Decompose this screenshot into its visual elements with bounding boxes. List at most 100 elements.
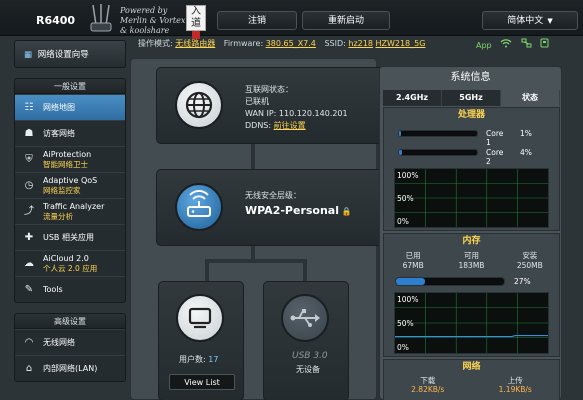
wireless-router-icon: [175, 183, 223, 231]
security-label: 无线安全层级：: [245, 191, 301, 200]
tab-2-4ghz[interactable]: 2.4GHz: [383, 90, 442, 106]
advanced-menu: ◠ 无线网络 ⌂ 内部网络(LAN): [14, 329, 126, 382]
wireless-info: 无线安全层级： WPA2-Personal 🔒: [245, 190, 352, 218]
memory-stats: 已用 67MB 可用 183MB 安装 250MB: [384, 250, 559, 270]
router-model: R6400: [36, 14, 76, 27]
cpu-title: 处理器: [457, 110, 485, 120]
firmware-link[interactable]: 380.65_X7.4: [266, 39, 316, 48]
sidebar-item-label: Adaptive QoS: [43, 175, 98, 185]
status-line: 操作模式: 无线路由器 Firmware: 380.65_X7.4 SSID: …: [138, 38, 425, 52]
connector-line: [303, 259, 307, 283]
upload-label: 上传: [507, 376, 523, 385]
cpu-graph: 100% 50% 0%: [394, 168, 549, 228]
seal-text: 入道: [191, 6, 201, 29]
sidebar-item-label: 内部网络(LAN): [43, 363, 98, 373]
sidebar-item-lan[interactable]: ⌂ 内部网络(LAN): [15, 355, 125, 381]
general-menu: ☷ 网络地图 ☗ 访客网络 ⛨ AiProtection 智能网络卫士 ◷ Ad…: [14, 94, 126, 303]
view-list-button[interactable]: View List: [169, 374, 235, 390]
sidebar-item-aiprotection[interactable]: ⛨ AiProtection 智能网络卫士: [15, 146, 125, 172]
usb-node[interactable]: USB 3.0 无设备: [263, 281, 349, 400]
chevron-down-icon: ▼: [547, 17, 553, 25]
mode-link[interactable]: 无线路由器: [175, 39, 215, 48]
ram-pct: 27%: [514, 277, 531, 286]
internet-info: 互联网状态： 已联机 WAN IP: 110.120.140.201 DDNS:…: [245, 84, 348, 132]
sidebar-item-sublabel: 网络监控家: [43, 185, 81, 195]
tools-icon: ✎: [24, 284, 34, 295]
advanced-heading: 高级设置: [14, 313, 126, 329]
connector-line: [205, 259, 307, 263]
network-map-icon: ☷: [24, 102, 34, 113]
network-status-icon[interactable]: [521, 38, 535, 50]
general-heading: 一般设置: [14, 78, 126, 94]
language-select[interactable]: 简体中文 ▼: [482, 11, 578, 30]
memory-total-value: 250MB: [516, 261, 543, 270]
ram-fill: [396, 278, 426, 285]
qos-icon: ◷: [24, 180, 34, 191]
internet-node[interactable]: 互联网状态： 已联机 WAN IP: 110.120.140.201 DDNS:…: [156, 67, 384, 144]
ssid-5g-link[interactable]: HZW218_5G: [375, 39, 425, 48]
ram-usage-bar: [395, 277, 505, 286]
core1-bar: [398, 130, 478, 137]
sidebar-item-wireless[interactable]: ◠ 无线网络: [15, 329, 125, 355]
firmware-label: Firmware:: [223, 39, 264, 48]
tab-5ghz[interactable]: 5GHz: [442, 90, 501, 106]
tab-status[interactable]: 状态: [501, 90, 560, 106]
core1-pct: 1%: [520, 129, 532, 138]
sidebar-item-traffic-analyzer[interactable]: ⤴ Traffic Analyzer 流量分析: [15, 198, 125, 224]
sidebar-item-label: Traffic Analyzer: [43, 201, 105, 211]
clients-info: 用户数: 17: [179, 354, 218, 366]
powered-line-2: Merlin & Vortex: [120, 16, 186, 25]
powered-line-1: Powered by: [120, 6, 168, 15]
internet-status-label: 互联网状态：: [245, 85, 293, 94]
core2-pct: 4%: [520, 148, 532, 157]
memory-graph-label-bottom: 0%: [397, 343, 409, 352]
system-info-title: 系统信息: [450, 72, 491, 83]
quick-setup-button[interactable]: ▦ 网络设置向导: [14, 40, 126, 68]
sidebar-item-label: AiCloud 2.0: [43, 253, 89, 263]
core2-bar: [398, 149, 478, 156]
sidebar-item-sublabel: 智能网络卫士: [43, 159, 88, 169]
sidebar-item-label: 访客网络: [43, 128, 75, 138]
sidebar-item-label: Tools: [43, 284, 63, 294]
usb-status: 无设备: [296, 365, 320, 374]
router-node[interactable]: 无线安全层级： WPA2-Personal 🔒: [156, 169, 384, 246]
globe-icon: [175, 81, 223, 129]
sidebar-item-guest-network[interactable]: ☗ 访客网络: [15, 120, 125, 146]
status-icons: App: [476, 38, 555, 52]
cpu-graph-label-top: 100%: [397, 171, 419, 180]
top-banner: R6400 Powered by Merlin & Vortex & kools…: [0, 0, 583, 39]
cpu-graph-label-bottom: 0%: [397, 217, 409, 226]
ssid-label: SSID:: [324, 39, 346, 48]
upload-stat: 上传 1.19KB/s: [472, 376, 560, 394]
memory-used-label: 已用: [405, 251, 421, 260]
ddns-link[interactable]: 前往设置: [274, 121, 306, 130]
memory-total: 安装 250MB: [501, 250, 559, 270]
sidebar-item-usb-apps[interactable]: ✚ USB 相关应用: [15, 224, 125, 250]
wifi-status-icon[interactable]: [500, 39, 515, 50]
app-link[interactable]: App: [476, 41, 492, 50]
clients-node[interactable]: 用户数: 17 View List: [158, 281, 244, 400]
usb-status-icon[interactable]: [540, 38, 549, 50]
logout-button[interactable]: 注销: [217, 11, 297, 30]
reboot-button[interactable]: 重新启动: [302, 11, 390, 30]
traffic-icon: ⤴: [24, 206, 34, 217]
sidebar-item-label: 无线网络: [43, 337, 75, 347]
cpu-section: 处理器 Core 1 1% Core 2 4% 100% 50% 0%: [383, 107, 560, 231]
sidebar-item-adaptive-qos[interactable]: ◷ Adaptive QoS 网络监控家: [15, 172, 125, 198]
memory-free-value: 183MB: [458, 261, 485, 270]
sidebar-item-sublabel: 个人云 2.0 应用: [43, 263, 98, 273]
router-icon: [90, 4, 112, 32]
upload-rate: 1.19KB/s: [498, 385, 532, 394]
download-label: 下载: [420, 376, 436, 385]
memory-total-label: 安装: [522, 251, 538, 260]
ssid-2g-link[interactable]: hz218: [348, 39, 373, 48]
core2-fill: [399, 150, 403, 155]
mode-label: 操作模式:: [138, 39, 173, 48]
sidebar-item-network-map[interactable]: ☷ 网络地图: [15, 94, 125, 120]
sidebar-item-tools[interactable]: ✎ Tools: [15, 276, 125, 302]
home-icon: ⌂: [25, 363, 33, 374]
memory-graph: 100% 50% 0%: [394, 292, 549, 354]
powered-line-3: & koolshare: [120, 26, 170, 35]
sidebar-item-aicloud[interactable]: ☁ AiCloud 2.0 个人云 2.0 应用: [15, 250, 125, 276]
connector-line: [205, 259, 209, 283]
